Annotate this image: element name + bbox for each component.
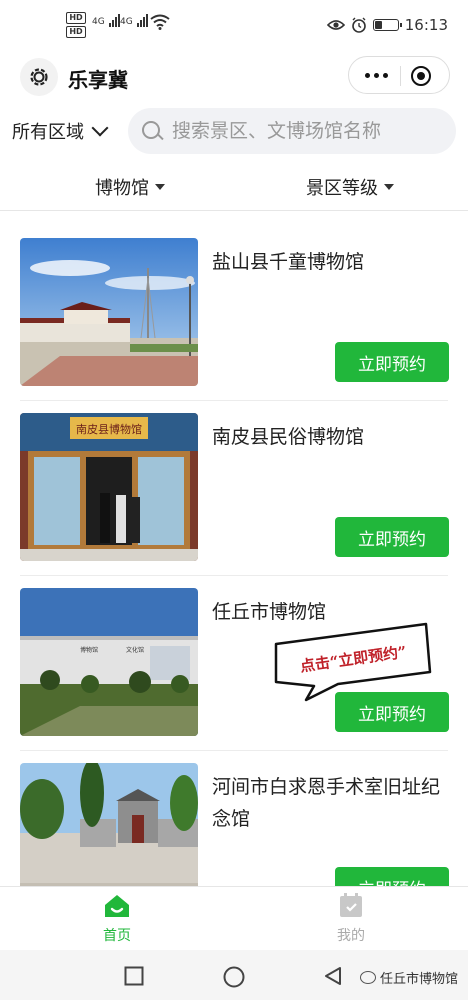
list-item[interactable]: 南皮县博物馆 南皮县民俗博物馆 立即预约 — [0, 401, 468, 576]
close-miniprogram-icon[interactable] — [411, 66, 431, 86]
clock: 16:13 — [404, 16, 448, 34]
signal-icon: 4G — [92, 14, 120, 27]
home-icon — [105, 895, 129, 917]
wifi-icon — [150, 14, 170, 30]
capsule-divider — [400, 66, 401, 86]
gear-icon — [30, 68, 48, 86]
tab-mine-label: 我的 — [337, 928, 365, 944]
level-filter-label: 景区等级 — [306, 178, 378, 199]
level-filter[interactable]: 景区等级 — [306, 174, 394, 200]
category-filter[interactable]: 博物馆 — [95, 174, 165, 200]
venue-name[interactable]: 南皮县民俗博物馆 — [212, 421, 448, 453]
museum-sign-text: 南皮县博物馆 — [76, 422, 142, 436]
search-row: 所有区域 — [0, 106, 468, 156]
venue-photo[interactable]: 博物馆 文化馆 — [20, 588, 198, 736]
caret-down-icon — [384, 184, 394, 190]
search-icon — [142, 121, 160, 139]
network-type: 4G — [120, 17, 133, 27]
museum-sign-text: 博物馆 — [80, 646, 98, 654]
tab-bar: 首页 我的 — [0, 886, 468, 951]
chevron-down-icon — [91, 119, 109, 137]
tab-home-label: 首页 — [103, 928, 131, 944]
more-icon[interactable] — [365, 73, 388, 78]
hd-badge: HD — [66, 26, 86, 38]
app-logo — [20, 58, 58, 96]
museum-sign-text: 文化馆 — [126, 646, 144, 654]
book-now-button[interactable]: 立即预约 — [335, 517, 449, 557]
search-input[interactable] — [172, 108, 448, 154]
tab-mine[interactable]: 我的 — [311, 893, 391, 945]
book-now-button[interactable]: 立即预约 — [335, 342, 449, 382]
venue-photo[interactable] — [20, 238, 198, 386]
watermark: 任丘市博物馆 — [360, 968, 458, 987]
search-box[interactable] — [128, 108, 456, 154]
eye-icon — [326, 20, 345, 30]
network-type: 4G — [92, 17, 105, 27]
app-title: 乐享冀 — [68, 68, 128, 92]
region-label: 所有区域 — [12, 122, 84, 143]
status-bar: HD HD 4G 4G 16:13 — [0, 0, 468, 50]
back-icon[interactable] — [323, 966, 343, 986]
watermark-text: 任丘市博物馆 — [380, 972, 459, 987]
capsule-menu — [348, 56, 450, 94]
callout-annotation: 点击“立即预约” — [268, 622, 438, 702]
alarm-icon — [351, 17, 366, 33]
wechat-icon — [360, 971, 376, 984]
list-item[interactable]: 盐山县千童博物馆 立即预约 — [0, 226, 468, 401]
battery-icon — [372, 19, 402, 31]
venue-name[interactable]: 盐山县千童博物馆 — [212, 246, 448, 278]
recent-apps-icon[interactable] — [124, 966, 144, 986]
filter-bar: 博物馆 景区等级 — [0, 164, 468, 211]
tab-home[interactable]: 首页 — [77, 893, 157, 945]
title-bar: 乐享冀 — [0, 52, 468, 102]
venue-name[interactable]: 河间市白求恩手术室旧址纪念馆 — [212, 771, 448, 835]
category-filter-label: 博物馆 — [95, 178, 149, 199]
profile-icon — [340, 893, 362, 917]
caret-down-icon — [155, 184, 165, 190]
region-selector[interactable]: 所有区域 — [12, 118, 109, 144]
home-nav-icon[interactable] — [223, 966, 245, 988]
venue-photo[interactable]: 南皮县博物馆 — [20, 413, 198, 561]
hd-badge: HD — [66, 12, 86, 24]
sim-indicators: HD HD — [66, 12, 86, 40]
signal-icon: 4G — [120, 14, 148, 27]
